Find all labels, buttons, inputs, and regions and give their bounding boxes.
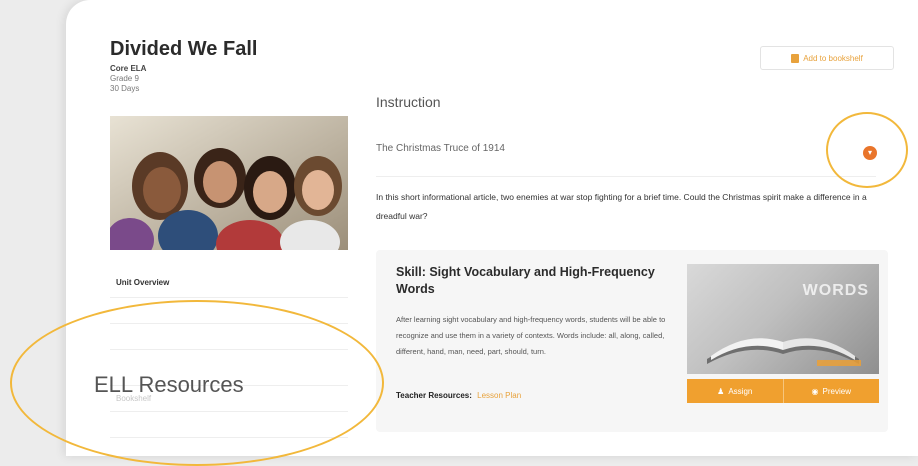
- assign-user-icon: ♟: [717, 386, 725, 396]
- add-to-bookshelf-label: Add to bookshelf: [803, 53, 863, 63]
- eye-icon: ◉: [811, 386, 819, 396]
- lesson-title[interactable]: The Christmas Truce of 1914: [376, 143, 505, 154]
- highlight-circle-toggle: [826, 112, 908, 188]
- unit-title: Divided We Fall: [110, 38, 258, 60]
- add-to-bookshelf-button[interactable]: Add to bookshelf: [760, 46, 894, 70]
- skill-actions: ♟ Assign ◉ Preview: [687, 379, 879, 403]
- preview-button[interactable]: ◉ Preview: [782, 379, 879, 403]
- ell-resources-label: ELL Resources: [94, 372, 244, 397]
- unit-duration: 30 Days: [110, 84, 140, 93]
- unit-program: Core ELA: [110, 64, 147, 73]
- lesson-plan-link[interactable]: Lesson Plan: [477, 391, 521, 400]
- group-photo: [110, 116, 348, 250]
- lesson-description: In this short informational article, two…: [376, 192, 867, 221]
- divider: [376, 176, 876, 177]
- teacher-resources: Teacher Resources: Lesson Plan: [396, 391, 521, 400]
- open-book-image: [707, 338, 861, 366]
- unit-cover-image: [110, 116, 348, 250]
- section-heading: Instruction: [376, 94, 441, 110]
- unit-grade: Grade 9: [110, 74, 139, 83]
- preview-label: Preview: [822, 386, 851, 396]
- cover-title-text: WORDS: [802, 282, 869, 299]
- assign-button[interactable]: ♟ Assign: [687, 379, 783, 403]
- book-icon: [791, 53, 800, 63]
- skill-card: Skill: Sight Vocabulary and High-Frequen…: [376, 250, 888, 432]
- skill-description: After learning sight vocabulary and high…: [396, 315, 666, 356]
- assign-label: Assign: [728, 386, 753, 396]
- skill-title: Skill: Sight Vocabulary and High-Frequen…: [396, 265, 655, 296]
- skill-cover-image: WORDS: [687, 264, 879, 374]
- sidebar-item-unit-overview[interactable]: Unit Overview: [110, 268, 348, 298]
- teacher-resources-label: Teacher Resources:: [396, 391, 472, 400]
